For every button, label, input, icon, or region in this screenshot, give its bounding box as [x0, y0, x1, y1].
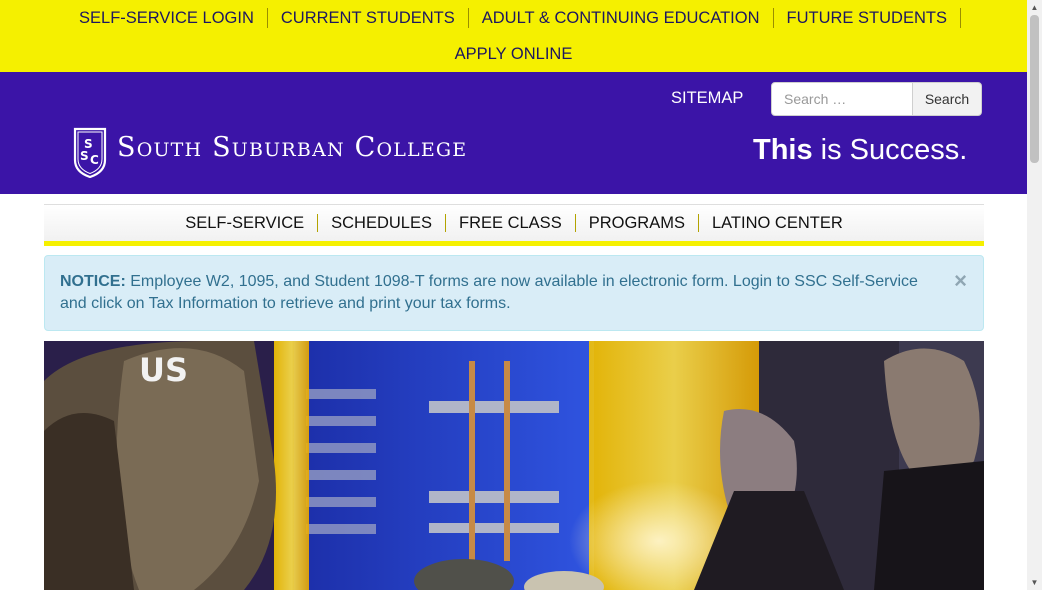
college-name: South Suburban College	[117, 132, 468, 163]
notice-alert: NOTICE: Employee W2, 1095, and Student 1…	[44, 255, 984, 331]
hero-welding-photo: US	[44, 341, 984, 590]
top-nav-future-students[interactable]: FUTURE STUDENTS	[774, 8, 961, 28]
close-icon[interactable]: ×	[954, 270, 967, 292]
scroll-thumb[interactable]	[1030, 15, 1039, 163]
site-header: SITEMAP Search S S C South Suburban Coll…	[0, 72, 1027, 194]
top-nav-adult-continuing-education[interactable]: ADULT & CONTINUING EDUCATION	[469, 8, 774, 28]
top-nav-apply-online[interactable]: APPLY ONLINE	[442, 44, 586, 64]
top-nav-row-2: APPLY ONLINE	[0, 44, 1027, 64]
top-nav-row-1: SELF-SERVICE LOGIN CURRENT STUDENTS ADULT …	[0, 8, 1027, 28]
tagline: This is Success.	[753, 134, 967, 167]
sitemap-link[interactable]: SITEMAP	[671, 89, 743, 108]
nav-programs[interactable]: PROGRAMS	[576, 214, 699, 232]
search-input[interactable]	[771, 82, 913, 116]
top-nav-self-service-login[interactable]: SELF-SERVICE LOGIN	[66, 8, 268, 28]
svg-text:C: C	[90, 153, 99, 167]
college-logo[interactable]: S S C South Suburban College	[73, 126, 473, 179]
scroll-up-arrow-icon[interactable]: ▲	[1027, 0, 1042, 15]
hero-image: US	[44, 341, 984, 590]
page-scrollbar[interactable]: ▲ ▼	[1027, 0, 1042, 590]
nav-latino-center[interactable]: LATINO CENTER	[699, 214, 856, 232]
main-nav: SELF-SERVICE SCHEDULES FREE CLASS PROGRAMS L…	[44, 204, 984, 246]
tagline-rest: is Success.	[812, 134, 968, 166]
svg-text:S: S	[80, 149, 89, 163]
tagline-bold: This	[753, 134, 813, 166]
top-nav-current-students[interactable]: CURRENT STUDENTS	[268, 8, 469, 28]
nav-schedules[interactable]: SCHEDULES	[318, 214, 446, 232]
search-button[interactable]: Search	[912, 82, 982, 116]
svg-text:US: US	[139, 351, 188, 389]
nav-self-service[interactable]: SELF-SERVICE	[172, 214, 319, 232]
top-utility-bar: SELF-SERVICE LOGIN CURRENT STUDENTS ADULT …	[0, 0, 1027, 72]
notice-label: NOTICE:	[60, 273, 126, 290]
page: SELF-SERVICE LOGIN CURRENT STUDENTS ADULT …	[0, 0, 1027, 590]
ssc-shield-icon: S S C	[73, 127, 107, 179]
nav-free-class[interactable]: FREE CLASS	[446, 214, 576, 232]
notice-text: Employee W2, 1095, and Student 1098-T fo…	[60, 273, 918, 312]
scroll-down-arrow-icon[interactable]: ▼	[1027, 575, 1042, 590]
